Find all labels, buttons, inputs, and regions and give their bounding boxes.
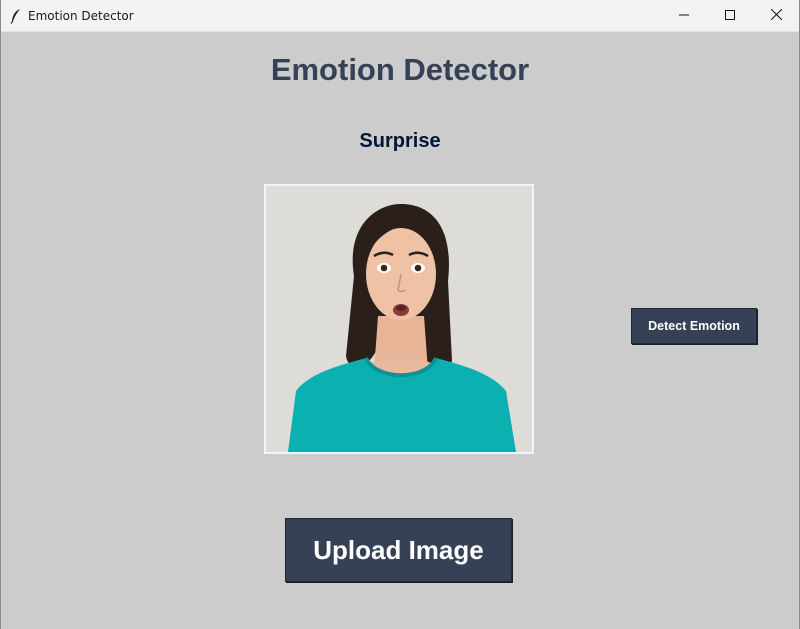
portrait-image <box>266 186 532 452</box>
upload-image-button[interactable]: Upload Image <box>285 518 512 582</box>
page-title: Emotion Detector <box>270 52 530 87</box>
title-bar[interactable]: Emotion Detector <box>1 0 799 32</box>
minimize-icon <box>679 7 689 25</box>
close-icon <box>770 7 782 25</box>
maximize-icon <box>725 7 735 25</box>
uploaded-image <box>264 184 534 454</box>
window-title: Emotion Detector <box>28 9 134 23</box>
emotion-result-label: Surprise <box>359 130 441 152</box>
minimize-button[interactable] <box>661 0 707 32</box>
app-window: Emotion Detector Emotion Detector Surpri… <box>0 0 800 629</box>
detect-emotion-button[interactable]: Detect Emotion <box>631 308 757 344</box>
close-button[interactable] <box>753 0 799 32</box>
feather-icon <box>9 8 23 24</box>
maximize-button[interactable] <box>707 0 753 32</box>
